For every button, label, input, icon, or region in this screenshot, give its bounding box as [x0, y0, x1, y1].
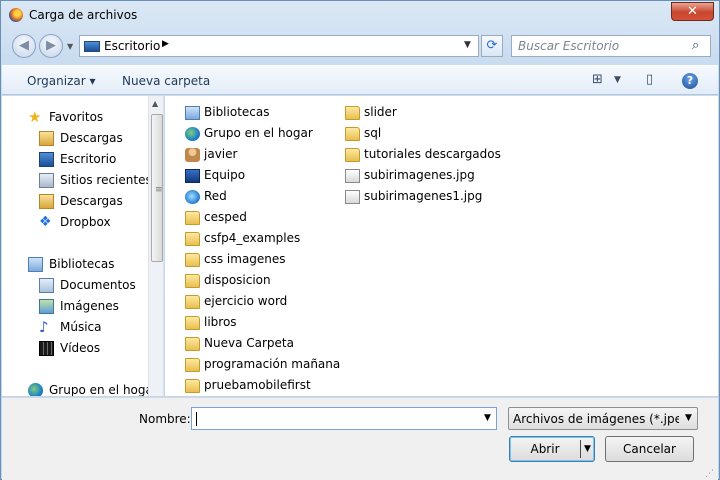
pictures-icon: [39, 299, 54, 314]
refresh-icon: ⟳: [486, 38, 498, 53]
videos-icon: [39, 341, 54, 356]
folder-icon: [185, 379, 200, 393]
dialog-footer: Nombre: ▼ Archivos de imágenes (*.jpe;*.…: [2, 397, 718, 480]
dropbox-icon: ❖: [39, 214, 52, 230]
documents-icon: [39, 278, 54, 293]
view-dropdown-icon[interactable]: ▼: [614, 75, 621, 85]
file-type-value: Archivos de imágenes (*.jpe;*.jpg: [513, 412, 679, 426]
window-title: Carga de archivos: [29, 8, 138, 22]
search-input[interactable]: Buscar Escritorio: [518, 39, 619, 53]
music-icon: ♪: [39, 318, 49, 336]
downloads-folder-icon: [39, 194, 54, 209]
search-icon[interactable]: ⌕: [692, 38, 699, 53]
address-breadcrumb[interactable]: Escritorio: [104, 39, 160, 53]
folder-icon: [185, 274, 200, 288]
file-list: Bibliotecas Grupo en el hogar javier Equ…: [165, 96, 718, 396]
text-caret: [196, 412, 197, 426]
resize-grip-icon[interactable]: ⋰: [705, 469, 714, 479]
back-button[interactable]: ◀: [12, 34, 36, 58]
search-box[interactable]: Buscar Escritorio ⌕: [511, 35, 711, 57]
folder-icon: [345, 127, 360, 141]
help-icon[interactable]: ?: [682, 73, 698, 89]
star-icon: ★: [28, 108, 42, 126]
grip-icon: ≡: [155, 185, 163, 195]
history-dropdown-icon[interactable]: ▼: [67, 42, 73, 51]
libraries-icon: [28, 257, 43, 272]
folder-icon: [185, 253, 200, 267]
folder-icon: [185, 211, 200, 225]
file-dialog-window: Carga de archivos ✕ ◀ ▶ ▼ Escritorio ▶ ▼…: [0, 0, 720, 480]
folder-icon: [345, 106, 360, 120]
folder-icon: [185, 295, 200, 309]
navigation-bar: ◀ ▶ ▼ Escritorio ▶ ▼ ⟳ Buscar Escritorio…: [1, 33, 719, 61]
address-bar[interactable]: Escritorio ▶ ▼: [79, 35, 479, 57]
open-button[interactable]: Abrir ▼: [509, 436, 595, 462]
computer-icon: [185, 169, 200, 183]
homegroup-icon: [185, 127, 200, 141]
split-divider: [580, 440, 581, 458]
user-folder-icon: [185, 148, 200, 162]
folder-icon: [185, 232, 200, 246]
title-bar[interactable]: Carga de archivos ✕: [1, 1, 719, 29]
view-options-icon[interactable]: ⊞: [592, 72, 603, 87]
image-file-icon: [345, 190, 360, 204]
navigation-pane: ★ Favoritos Descargas Escritorio Sitios …: [2, 96, 164, 396]
cancel-button[interactable]: Cancelar: [605, 436, 694, 462]
file-type-dropdown-icon[interactable]: ▼: [685, 413, 692, 423]
downloads-folder-icon: [39, 131, 54, 146]
folder-icon: [345, 148, 360, 162]
organize-button[interactable]: Organizar ▾: [27, 74, 96, 88]
folder-icon: [185, 358, 200, 372]
file-type-select[interactable]: Archivos de imágenes (*.jpe;*.jpg ▼: [508, 407, 698, 430]
preview-pane-icon[interactable]: ▯: [646, 72, 653, 87]
scrollbar-thumb[interactable]: ≡: [151, 114, 163, 262]
desktop-icon: [39, 152, 54, 167]
command-toolbar: Organizar ▾ Nueva carpeta ⊞ ▼ ▯ ?: [2, 65, 718, 95]
sidebar-scrollbar[interactable]: ▲ ≡: [148, 96, 163, 396]
desktop-icon: [84, 41, 100, 52]
open-options-dropdown-icon[interactable]: ▼: [584, 437, 591, 461]
network-icon: [185, 190, 200, 204]
scroll-up-icon[interactable]: ▲: [152, 99, 158, 108]
recent-places-icon: [39, 173, 54, 188]
refresh-button[interactable]: ⟳: [481, 35, 503, 57]
new-folder-button[interactable]: Nueva carpeta: [122, 74, 210, 88]
address-dropdown-icon[interactable]: ▼: [464, 40, 471, 50]
forward-button[interactable]: ▶: [39, 34, 63, 58]
libraries-icon: [185, 106, 200, 120]
firefox-icon: [9, 8, 23, 22]
filename-label: Nombre:: [139, 412, 191, 426]
filename-dropdown-icon[interactable]: ▼: [484, 413, 491, 423]
open-button-label: Abrir: [530, 442, 560, 456]
image-file-icon: [345, 169, 360, 183]
filename-input[interactable]: ▼: [191, 407, 497, 430]
folder-icon: [185, 337, 200, 351]
close-button[interactable]: ✕: [671, 2, 714, 21]
breadcrumb-arrow-icon[interactable]: ▶: [162, 39, 169, 49]
folder-icon: [185, 316, 200, 330]
homegroup-icon: [28, 383, 43, 396]
